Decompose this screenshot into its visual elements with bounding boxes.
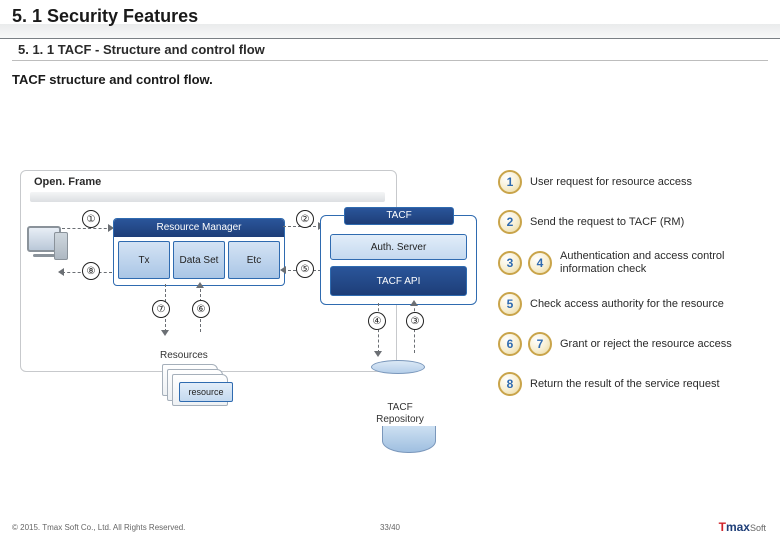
legend-badge: 4: [528, 251, 552, 275]
openframe-bar: [30, 192, 385, 202]
auth-server-box: Auth. Server: [330, 234, 467, 260]
step-mark-1: ①: [82, 210, 100, 228]
legend-badge: 5: [498, 292, 522, 316]
legend-badge: 6: [498, 332, 522, 356]
connector: [62, 228, 112, 229]
tacf-title: TACF: [344, 207, 454, 225]
openframe-label: Open. Frame: [34, 176, 101, 188]
arrow-icon: [280, 266, 286, 274]
legend-badge: 3: [498, 251, 522, 275]
legend-row: 1 User request for resource access: [498, 170, 768, 194]
legend-row: 3 4 Authentication and access control in…: [498, 250, 768, 276]
section-title-bar: 5. 1 Security Features: [0, 0, 780, 39]
legend-badge: 8: [498, 372, 522, 396]
arrow-icon: [410, 300, 418, 306]
legend: 1 User request for resource access 2 Sen…: [498, 170, 768, 412]
logo: TmaxSoft: [719, 520, 766, 534]
step-mark-6: ⑥: [192, 300, 210, 318]
legend-text: Authentication and access control inform…: [560, 250, 768, 276]
legend-row: 2 Send the request to TACF (RM): [498, 210, 768, 234]
arrow-icon: [374, 351, 382, 357]
legend-badge: 2: [498, 210, 522, 234]
logo-max: max: [726, 520, 750, 534]
divider: [12, 60, 768, 61]
step-mark-7: ⑦: [152, 300, 170, 318]
resource-manager-box: Resource Manager Tx Data Set Etc: [113, 218, 285, 286]
body-text: TACF structure and control flow.: [12, 72, 213, 87]
arrow-icon: [161, 330, 169, 336]
legend-text: Return the result of the service request: [530, 378, 720, 391]
rm-cell-dataset: Data Set: [173, 241, 225, 279]
repo-label: TACF Repository: [370, 402, 430, 426]
step-mark-8: ⑧: [82, 262, 100, 280]
step-mark-3: ③: [406, 312, 424, 330]
arrow-icon: [58, 268, 64, 276]
legend-row: 6 7 Grant or reject the resource access: [498, 332, 768, 356]
tacf-api-box: TACF API: [330, 266, 467, 296]
legend-badge: 1: [498, 170, 522, 194]
legend-row: 8 Return the result of the service reque…: [498, 372, 768, 396]
database-icon: [370, 360, 426, 400]
legend-badge: 7: [528, 332, 552, 356]
page-number: 33/40: [0, 523, 780, 532]
rm-cell-etc: Etc: [228, 241, 280, 279]
logo-soft: Soft: [750, 523, 766, 533]
step-mark-5: ⑤: [296, 260, 314, 278]
step-mark-4: ④: [368, 312, 386, 330]
legend-text: Grant or reject the resource access: [560, 338, 732, 351]
step-mark-2: ②: [296, 210, 314, 228]
resource-item: resource: [179, 382, 233, 402]
rm-cell-tx: Tx: [118, 241, 170, 279]
legend-text: Check access authority for the resource: [530, 298, 724, 311]
subsection-title: 5. 1. 1 TACF - Structure and control flo…: [18, 42, 265, 57]
resource-manager-title: Resource Manager: [114, 219, 284, 237]
resources-label: Resources: [160, 350, 208, 361]
legend-row: 5 Check access authority for the resourc…: [498, 292, 768, 316]
legend-text: User request for resource access: [530, 176, 692, 189]
arrow-icon: [196, 282, 204, 288]
logo-t: T: [719, 520, 726, 534]
legend-text: Send the request to TACF (RM): [530, 216, 684, 229]
section-title: 5. 1 Security Features: [12, 6, 198, 27]
